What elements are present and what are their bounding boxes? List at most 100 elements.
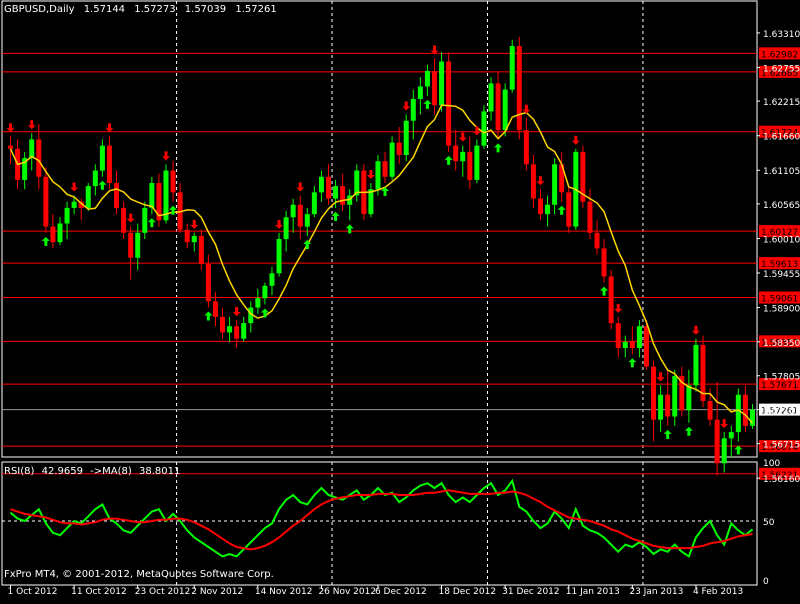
candle-body <box>643 326 649 367</box>
candle-body <box>114 183 120 208</box>
down-arrow <box>522 104 531 114</box>
down-arrow <box>656 372 665 382</box>
candle-body <box>64 207 70 224</box>
candle-body <box>333 186 339 199</box>
down-arrow <box>126 213 135 223</box>
candle-body <box>29 139 35 159</box>
up-arrow <box>557 205 566 215</box>
candle-body <box>170 170 176 193</box>
time-tick-label-7: 18 Dec 2012 <box>439 587 497 597</box>
chart-window[interactable]: 1.62982 1.62685 1.61724 1.60127 1.59613 1.590… <box>0 0 800 600</box>
down-arrow <box>232 307 241 317</box>
time-tick-label-8: 31 Dec 2012 <box>502 587 559 597</box>
candle-body <box>601 248 607 277</box>
price-tick-label-11: 1.57261 <box>763 407 800 417</box>
down-arrow <box>571 135 580 145</box>
candle-body <box>290 204 296 218</box>
candle-body <box>198 235 204 264</box>
candle-body <box>403 120 409 155</box>
down-arrow <box>614 303 623 313</box>
open-value: 1.57144 <box>83 4 126 15</box>
candle-body <box>205 263 211 302</box>
candle-body <box>326 176 332 199</box>
candle-body <box>43 176 49 227</box>
candle-body <box>99 145 105 171</box>
candle-body <box>439 61 445 106</box>
candle-body <box>36 139 42 177</box>
rsi-title: RSI(8) 42.9659 ->MA(8) 38.8011 <box>4 466 184 477</box>
candle-body <box>57 223 63 243</box>
candle-body <box>714 419 720 464</box>
candle-body <box>85 186 91 208</box>
signal-arrows <box>6 45 743 455</box>
rsi-value: 42.9659 <box>41 466 83 477</box>
candle-body <box>474 145 480 180</box>
candle-body <box>665 394 671 417</box>
up-arrow <box>260 308 269 318</box>
down-arrow <box>190 219 199 229</box>
candle-body <box>297 204 303 227</box>
up-arrow <box>303 239 312 249</box>
price-tick-label-2: 1.62215 <box>763 98 800 108</box>
down-arrow <box>402 101 411 111</box>
candle-body <box>608 276 614 324</box>
time-tick-label-0: 1 Oct 2012 <box>8 587 58 597</box>
time-axis: 1 Oct 2012 11 Oct 2012 23 Oct 2012 2 Nov 20… <box>8 585 743 597</box>
close-value: 1.57261 <box>235 4 277 15</box>
candle-body <box>382 161 388 177</box>
price-tick-label-8: 1.58900 <box>763 305 800 315</box>
up-arrow <box>423 99 432 109</box>
candle-body <box>453 145 459 162</box>
candle-body <box>71 201 77 208</box>
price-levels: 1.629821.626851.617241.601271.596131.590… <box>2 47 800 481</box>
rsi-ma-value: 38.8011 <box>138 466 181 477</box>
rsi-panel: 100 50 0 <box>2 459 780 587</box>
time-tick-label-4: 14 Nov 2012 <box>255 587 313 597</box>
candle-body <box>276 239 282 274</box>
chart-canvas[interactable]: 1.629821.626851.617241.601271.596131.590… <box>0 0 800 600</box>
candle-body <box>460 151 466 162</box>
up-arrow <box>98 180 107 190</box>
candle-body <box>707 400 713 420</box>
chart-title: GBPUSD,Daily 1.57144 1.57273 1.57039 1.5… <box>4 4 283 15</box>
candle-body <box>622 341 628 349</box>
down-arrow <box>105 123 114 133</box>
high-value: 1.57273 <box>134 4 176 15</box>
candle-body <box>651 366 657 420</box>
price-tick-label-13: 1.56160 <box>763 475 800 485</box>
time-tick-label-2: 23 Oct 2012 <box>135 587 191 597</box>
candle-body <box>636 326 642 349</box>
ma-polyline <box>9 104 754 424</box>
candle-body <box>142 207 148 233</box>
candle-body <box>721 438 727 464</box>
level-tag-text-0: 1.62982 <box>761 50 798 60</box>
down-arrow <box>70 182 79 192</box>
down-arrow <box>472 126 481 136</box>
candle-body <box>128 232 134 258</box>
candle-body <box>212 301 218 317</box>
candle-body <box>106 145 112 184</box>
down-arrow <box>6 123 15 133</box>
price-tick-label-0: 1.63310 <box>763 30 800 40</box>
time-tick-label-10: 23 Jan 2013 <box>629 587 683 597</box>
down-arrow <box>161 151 170 161</box>
candle-body <box>545 204 551 215</box>
candle-body <box>467 151 473 180</box>
time-tick-label-5: 26 Nov 2012 <box>318 587 376 597</box>
candle-body <box>269 273 275 286</box>
price-tick-label-10: 1.57805 <box>763 373 800 383</box>
price-tick-label-6: 1.60010 <box>763 235 800 245</box>
candle-body <box>92 170 98 187</box>
price-tick-label-7: 1.59455 <box>763 270 800 280</box>
time-tick-label-6: 6 Dec 2012 <box>375 587 427 597</box>
price-tick-label-5: 1.60565 <box>763 201 800 211</box>
candle-body <box>594 232 600 249</box>
candle-body <box>502 89 508 131</box>
candle-body <box>749 409 755 426</box>
candle-body <box>318 176 324 193</box>
candle-body <box>431 70 437 106</box>
candle-body <box>488 83 494 112</box>
down-arrow <box>458 132 467 142</box>
candle-body <box>304 214 310 227</box>
price-tick-label-1: 1.62755 <box>763 65 800 75</box>
